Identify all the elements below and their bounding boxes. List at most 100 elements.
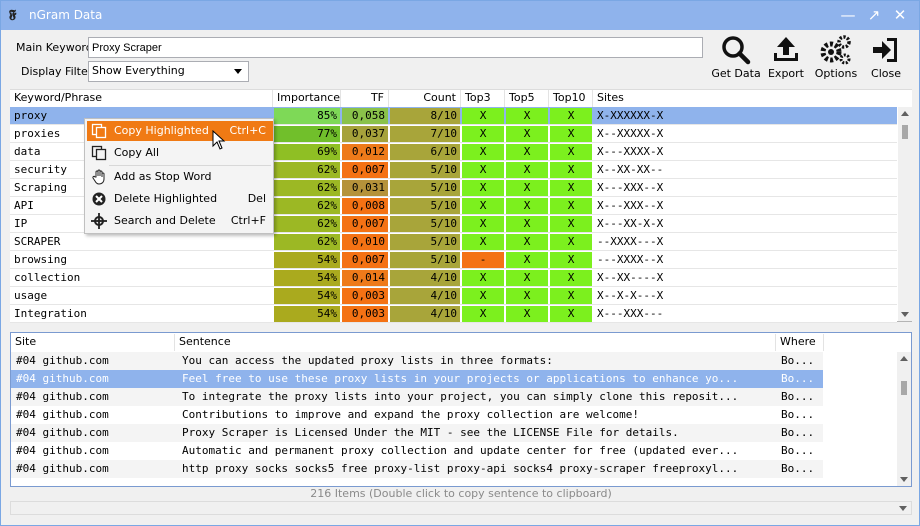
sites-cell: ---XXXX--X <box>597 253 664 266</box>
site-cell: #04 github.com <box>16 390 109 403</box>
sentence-row[interactable]: #04 github.com Proxy Scraper is Licensed … <box>11 424 823 442</box>
context-menu: Copy Highlighted Ctrl+C Copy All Add as … <box>84 118 274 234</box>
sentence-cell: Feel free to use these proxy lists in yo… <box>182 372 739 385</box>
menu-add-stop-word[interactable]: Add as Stop Word <box>87 167 273 187</box>
count-cell: 5/10 <box>390 198 460 214</box>
importance-cell: 62% <box>274 162 340 178</box>
site-cell: #04 github.com <box>16 426 109 439</box>
tf-cell: 0,003 <box>342 288 388 304</box>
top5-cell: X <box>506 144 548 160</box>
top5-cell: X <box>506 180 548 196</box>
where-cell: Bo... <box>781 354 815 367</box>
minimize-icon[interactable]: — <box>837 5 859 25</box>
count-cell: 5/10 <box>390 234 460 250</box>
sites-cell: X--XXXXX-X <box>597 127 664 140</box>
options-button[interactable]: Options <box>811 33 861 85</box>
sentence-row[interactable]: #04 github.com http proxy socks socks5 fr… <box>11 460 823 478</box>
top10-cell: X <box>550 180 592 196</box>
horizontal-scrollbar[interactable] <box>10 501 912 515</box>
sentence-scrollbar[interactable] <box>897 352 911 486</box>
col-sentence-header[interactable]: Sentence <box>175 334 776 351</box>
maximize-icon[interactable]: ↗ <box>863 5 885 25</box>
table-row[interactable]: usage 54% 0,003 4/10 X X X X--X-X---X <box>10 287 897 305</box>
scroll-up-icon[interactable] <box>900 356 908 361</box>
main-keyword-input[interactable] <box>88 37 703 58</box>
top3-cell: X <box>462 234 504 250</box>
top5-cell: X <box>506 234 548 250</box>
table-row[interactable]: Integration 54% 0,003 4/10 X X X X---XXX--- <box>10 305 897 323</box>
top5-cell: X <box>506 252 548 268</box>
where-cell: Bo... <box>781 390 815 403</box>
col-top5-header[interactable]: Top5 <box>505 90 549 107</box>
where-cell: Bo... <box>781 408 815 421</box>
tf-cell: 0,007 <box>342 252 388 268</box>
menu-label: Copy Highlighted <box>114 124 209 137</box>
sentence-grid[interactable]: Site Sentence Where #04 github.com You ca… <box>10 332 912 487</box>
col-tf-header[interactable]: TF <box>341 90 389 107</box>
col-site-header[interactable]: Site <box>11 334 175 351</box>
scroll-up-icon[interactable] <box>901 111 909 116</box>
menu-copy-all[interactable]: Copy All <box>87 143 273 163</box>
top10-cell: X <box>550 306 592 322</box>
top3-cell: X <box>462 216 504 232</box>
sentence-row[interactable]: #04 github.com Contributions to improve a… <box>11 406 823 424</box>
menu-search-and-delete[interactable]: Search and Delete Ctrl+F <box>87 211 273 231</box>
scroll-thumb[interactable] <box>901 381 907 395</box>
importance-cell: 54% <box>274 306 340 322</box>
menu-shortcut: Del <box>247 192 266 205</box>
col-where-header[interactable]: Where <box>776 334 824 351</box>
grid-scrollbar[interactable] <box>898 107 912 321</box>
tf-cell: 0,058 <box>342 108 388 124</box>
col-importance-header[interactable]: Importance <box>273 90 341 107</box>
export-button[interactable]: Export <box>761 33 811 85</box>
chevron-down-icon <box>234 69 242 74</box>
sentence-row[interactable]: #04 github.com To integrate the proxy lis… <box>11 388 823 406</box>
sites-cell: X--XX----X <box>597 271 664 284</box>
menu-copy-highlighted[interactable]: Copy Highlighted Ctrl+C <box>87 121 273 141</box>
scroll-down-icon[interactable] <box>900 477 908 482</box>
title-bar[interactable]: 𝕱 nGram Data — ↗ ✕ <box>1 1 919 30</box>
site-cell: #04 github.com <box>16 372 109 385</box>
top3-cell: X <box>462 198 504 214</box>
scroll-down-icon[interactable] <box>901 312 909 317</box>
mouse-cursor-icon <box>212 130 226 150</box>
importance-cell: 85% <box>274 108 340 124</box>
sentence-cell: Automatic and permanent proxy collection… <box>182 444 739 457</box>
scroll-thumb[interactable] <box>902 125 908 139</box>
menu-delete-highlighted[interactable]: Delete Highlighted Del <box>87 189 273 209</box>
sites-cell: X---XXX--X <box>597 199 664 212</box>
close-button[interactable]: Close <box>861 33 911 85</box>
sentence-row[interactable]: #04 github.com You can access the updated… <box>11 352 823 370</box>
tf-cell: 0,037 <box>342 126 388 142</box>
where-cell: Bo... <box>781 426 815 439</box>
get-data-button[interactable]: Get Data <box>711 33 761 85</box>
tf-cell: 0,008 <box>342 198 388 214</box>
col-top3-header[interactable]: Top3 <box>461 90 505 107</box>
top3-cell: X <box>462 162 504 178</box>
magnifier-icon <box>722 36 751 65</box>
importance-cell: 54% <box>274 288 340 304</box>
top5-cell: X <box>506 306 548 322</box>
importance-cell: 77% <box>274 126 340 142</box>
importance-cell: 69% <box>274 144 340 160</box>
display-filter-select[interactable]: Show Everything <box>88 61 249 82</box>
sentence-row[interactable]: #04 github.com Automatic and permanent pr… <box>11 442 823 460</box>
keyword-cell: SCRAPER <box>14 235 61 248</box>
site-cell: #04 github.com <box>16 354 109 367</box>
sentence-row[interactable]: #04 github.com Feel free to use these pro… <box>11 370 823 388</box>
where-cell: Bo... <box>781 462 815 475</box>
table-row[interactable]: SCRAPER 62% 0,010 5/10 X X X --XXXX---X <box>10 233 897 251</box>
close-window-icon[interactable]: ✕ <box>889 5 911 25</box>
table-row[interactable]: browsing 54% 0,007 5/10- X X ---XXXX--X <box>10 251 897 269</box>
col-sites-header[interactable]: Sites <box>593 90 897 107</box>
col-keyword-header[interactable]: Keyword/Phrase <box>10 90 273 107</box>
table-row[interactable]: collection 54% 0,014 4/10 X X X X--XX----X <box>10 269 897 287</box>
top5-cell: X <box>506 270 548 286</box>
menu-label: Delete Highlighted <box>114 192 218 205</box>
where-cell: Bo... <box>781 372 815 385</box>
count-cell: 6/10 <box>390 144 460 160</box>
copy-all-icon <box>91 145 107 161</box>
col-count-header[interactable]: Count <box>389 90 461 107</box>
chevron-down-icon[interactable] <box>899 506 907 511</box>
col-top10-header[interactable]: Top10 <box>549 90 593 107</box>
